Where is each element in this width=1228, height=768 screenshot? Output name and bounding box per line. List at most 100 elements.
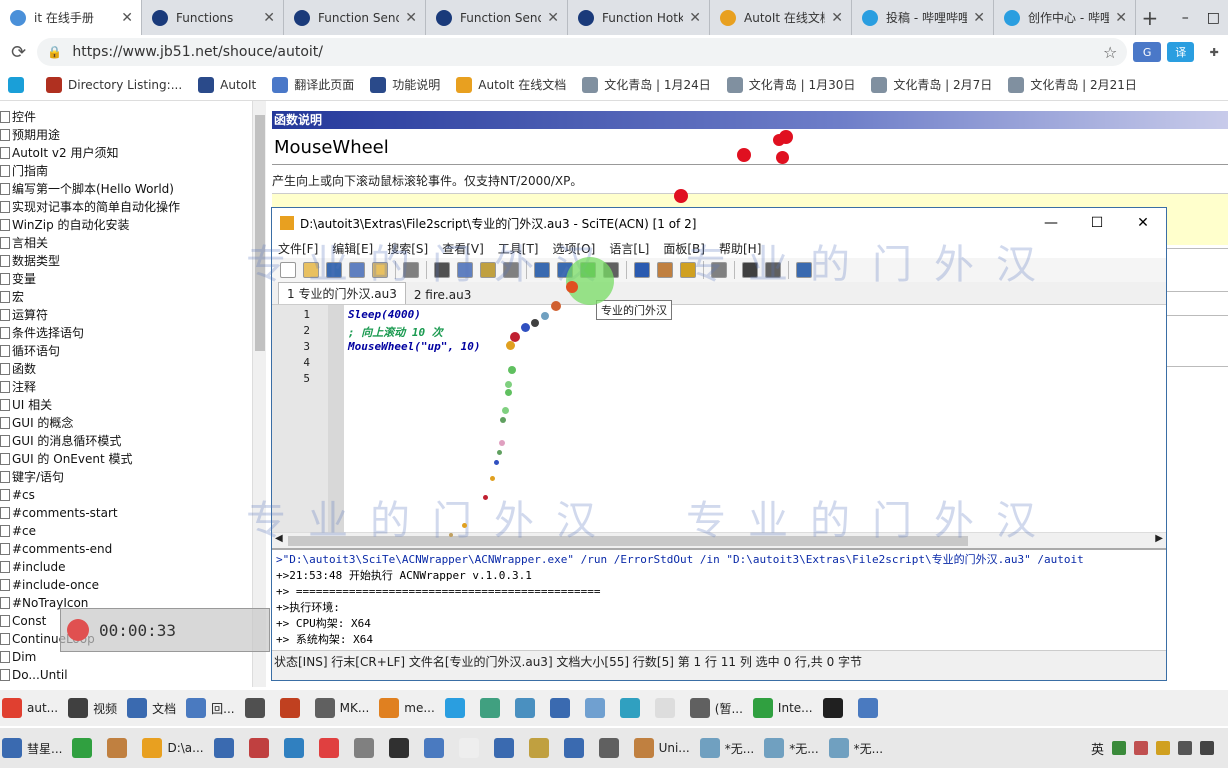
taskbar-item[interactable]	[857, 698, 883, 718]
record-icon[interactable]	[67, 619, 89, 641]
scroll-right-icon[interactable]: ▶	[1155, 533, 1163, 544]
nav-item[interactable]: #ce	[0, 522, 266, 540]
taskbar-item[interactable]	[423, 738, 449, 758]
close-icon[interactable]: ✕	[263, 10, 275, 26]
taskbar-item[interactable]: me...	[379, 698, 435, 718]
close-icon[interactable]: ✕	[121, 10, 133, 26]
taskbar-item[interactable]: *无...	[699, 738, 754, 758]
bookmark-item[interactable]	[8, 76, 30, 93]
close-icon[interactable]: ✕	[831, 10, 843, 26]
nav-item[interactable]: #include-once	[0, 576, 266, 594]
nav-item[interactable]: 数据类型	[0, 252, 266, 270]
bookmark-item[interactable]: Directory Listing:...	[46, 76, 182, 93]
toolbar-button-icon[interactable]	[634, 262, 650, 278]
taskbar-item[interactable]	[388, 738, 414, 758]
ime-indicator[interactable]: 英	[1091, 739, 1104, 758]
taskbar-item[interactable]: *无...	[828, 738, 883, 758]
taskbar-item[interactable]: (暂...	[689, 698, 743, 718]
nav-item[interactable]: Do...Until	[0, 666, 266, 684]
taskbar-item[interactable]	[563, 738, 589, 758]
taskbar-item[interactable]: 回...	[186, 698, 235, 718]
bookmark-item[interactable]: AutoIt	[198, 76, 256, 93]
reload-icon[interactable]: ⟳	[0, 42, 37, 63]
taskbar-item[interactable]	[458, 738, 484, 758]
network-icon[interactable]	[1178, 741, 1192, 755]
nav-item[interactable]: #include	[0, 558, 266, 576]
nav-item[interactable]: 门指南	[0, 162, 266, 180]
taskbar-item[interactable]: 彗星...	[2, 738, 62, 758]
close-icon[interactable]: ✕	[547, 10, 559, 26]
minimize-icon[interactable]: —	[1028, 215, 1074, 231]
maximize-icon[interactable]: ☐	[1074, 215, 1120, 231]
nav-item[interactable]: #comments-end	[0, 540, 266, 558]
extension-icon[interactable]: 译	[1166, 42, 1195, 62]
bookmark-item[interactable]: 文化青岛 | 1月30日	[726, 76, 855, 93]
taskbar-item[interactable]	[318, 738, 344, 758]
nav-item[interactable]: #cs	[0, 486, 266, 504]
nav-item[interactable]: 实现对记事本的简单自动化操作	[0, 198, 266, 216]
taskbar-item[interactable]	[598, 738, 624, 758]
nav-item[interactable]: 编写第一个脚本(Hello World)	[0, 180, 266, 198]
nav-item[interactable]: WinZip 的自动化安装	[0, 216, 266, 234]
taskbar-item[interactable]	[72, 738, 97, 758]
screen-recorder-widget[interactable]: 00:00:33	[60, 608, 270, 652]
taskbar-item[interactable]	[213, 738, 239, 758]
toolbar-button-icon[interactable]	[657, 262, 673, 278]
taskbar-item[interactable]: 视频	[68, 698, 117, 718]
taskbar-item[interactable]	[549, 698, 575, 718]
nav-item[interactable]: 宏	[0, 288, 266, 306]
bookmark-item[interactable]: 文化青岛 | 2月7日	[871, 76, 992, 93]
taskbar-item[interactable]	[514, 698, 540, 718]
nav-item[interactable]: GUI 的消息循环模式	[0, 432, 266, 450]
volume-icon[interactable]	[1200, 741, 1214, 755]
taskbar-item[interactable]	[479, 698, 505, 718]
bookmark-item[interactable]: 功能说明	[370, 76, 440, 93]
nav-item[interactable]: 言相关	[0, 234, 266, 252]
nav-item[interactable]: 变量	[0, 270, 266, 288]
taskbar-item[interactable]	[248, 738, 274, 758]
taskbar-item[interactable]: MK...	[314, 698, 369, 718]
taskbar-item[interactable]	[654, 698, 680, 718]
taskbar-item[interactable]	[493, 738, 519, 758]
tray-icon[interactable]	[1134, 741, 1148, 755]
taskbar-item[interactable]	[279, 698, 305, 718]
taskbar-item[interactable]	[444, 698, 470, 718]
browser-tab[interactable]: Function Send ✕	[426, 0, 568, 35]
taskbar-item[interactable]: aut...	[2, 698, 58, 718]
taskbar-item[interactable]	[584, 698, 610, 718]
close-icon[interactable]: ✕	[689, 10, 701, 26]
bookmark-item[interactable]: 文化青岛 | 1月24日	[582, 76, 711, 93]
close-icon[interactable]: ✕	[405, 10, 417, 26]
nav-item[interactable]: AutoIt v2 用户须知	[0, 144, 266, 162]
nav-item[interactable]: 键字/语句	[0, 468, 266, 486]
taskbar-item[interactable]	[107, 738, 132, 758]
nav-item[interactable]: 函数	[0, 360, 266, 378]
taskbar-item[interactable]	[283, 738, 309, 758]
nav-item[interactable]: UI 相关	[0, 396, 266, 414]
browser-tab[interactable]: AutoIt 在线文档 ✕	[710, 0, 852, 35]
nav-item[interactable]: 控件	[0, 108, 266, 126]
taskbar-item[interactable]	[244, 698, 270, 718]
nav-item[interactable]: GUI 的概念	[0, 414, 266, 432]
close-icon[interactable]: ✕	[1120, 215, 1166, 231]
tray-icon[interactable]	[1156, 741, 1170, 755]
url-field[interactable]: 🔒 https://www.jb51.net/shouce/autoit/ ☆	[37, 38, 1128, 66]
nav-item[interactable]: 预期用途	[0, 126, 266, 144]
maximize-icon[interactable]: □	[1207, 10, 1220, 26]
bookmark-item[interactable]: AutoIt 在线文档	[456, 76, 566, 93]
taskbar-item[interactable]	[353, 738, 379, 758]
output-pane[interactable]: >"D:\autoit3\SciTe\ACNWrapper\ACNWrapper…	[272, 548, 1166, 650]
browser-tab[interactable]: Functions ✕	[142, 0, 284, 35]
close-icon[interactable]: ✕	[1115, 10, 1127, 26]
tray-icon[interactable]	[1112, 741, 1126, 755]
nav-item[interactable]: 循环语句	[0, 342, 266, 360]
browser-tab[interactable]: Function Hotk ✕	[568, 0, 710, 35]
taskbar-item[interactable]	[619, 698, 645, 718]
translate-extension-icon[interactable]: G	[1133, 42, 1161, 62]
nav-item[interactable]: GUI 的 OnEvent 模式	[0, 450, 266, 468]
url-text[interactable]: https://www.jb51.net/shouce/autoit/	[72, 44, 323, 60]
taskbar-item[interactable]: Uni...	[633, 738, 690, 758]
browser-tab[interactable]: it 在线手册 ✕	[0, 0, 142, 35]
taskbar-item[interactable]: 文档	[127, 698, 176, 718]
left-nav-scrollbar[interactable]	[252, 101, 266, 687]
